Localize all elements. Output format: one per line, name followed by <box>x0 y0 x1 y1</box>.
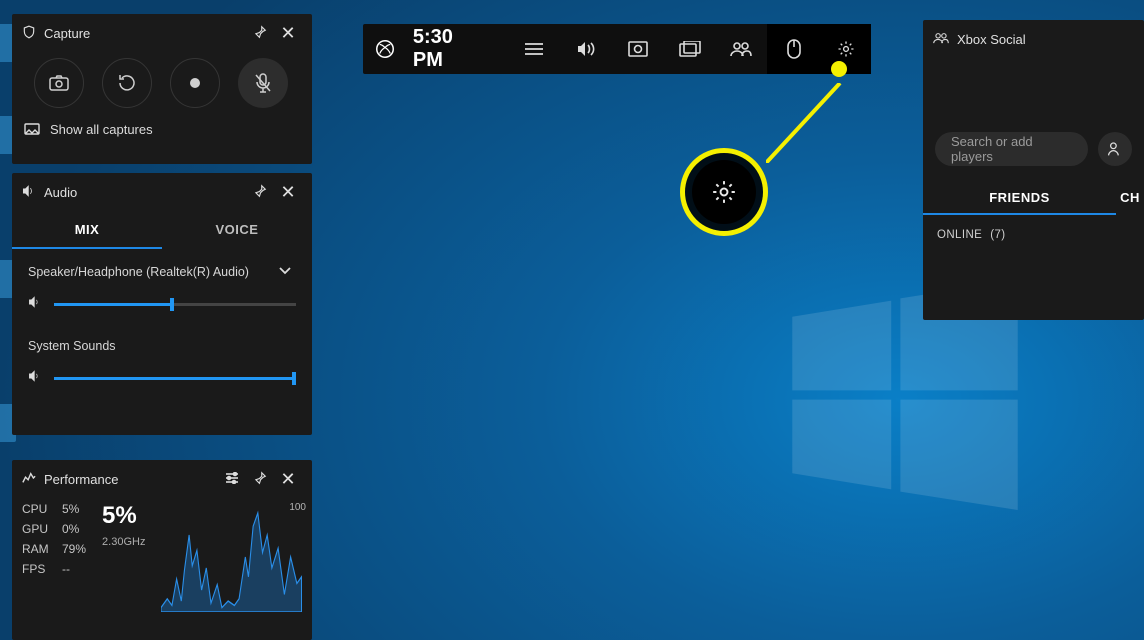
widgets-menu-icon[interactable] <box>508 24 560 74</box>
capture-shield-icon <box>22 25 36 42</box>
annotation-circle <box>680 148 768 236</box>
overlay-toolbar: 5:30 PM <box>363 24 871 74</box>
social-title: Xbox Social <box>957 32 1134 47</box>
tab-mix[interactable]: MIX <box>12 211 162 249</box>
pin-icon[interactable] <box>246 471 274 488</box>
chevron-down-icon[interactable] <box>278 265 292 279</box>
xbox-icon[interactable] <box>363 24 407 74</box>
tab-chat[interactable]: CH <box>1116 182 1144 215</box>
people-icon <box>933 32 949 47</box>
performance-frequency: 2.30GHz <box>102 536 145 548</box>
options-icon[interactable] <box>218 472 246 487</box>
performance-icon <box>22 472 36 487</box>
show-all-captures-link[interactable]: Show all captures <box>12 122 312 147</box>
mouse-toggle-icon[interactable] <box>767 24 819 74</box>
capture-panel: Capture ✕ Show all captures <box>12 14 312 164</box>
speaker-icon <box>22 185 36 200</box>
screenshot-button[interactable] <box>34 58 84 108</box>
mic-mute-button[interactable] <box>238 58 288 108</box>
tab-friends[interactable]: FRIENDS <box>923 182 1116 215</box>
performance-title: Performance <box>44 472 218 487</box>
gallery-widget-icon[interactable] <box>664 24 716 74</box>
pin-icon[interactable] <box>246 25 274 42</box>
audio-panel: Audio ✕ MIX VOICE Speaker/Headphone (Rea… <box>12 173 312 435</box>
clock: 5:30 PM <box>407 24 508 74</box>
audio-title: Audio <box>44 185 246 200</box>
social-online-section[interactable]: ONLINE (7) <box>923 215 1144 255</box>
capture-widget-icon[interactable] <box>612 24 664 74</box>
performance-panel: Performance ✕ CPU5% GPU0% RAM79% FPS-- 5… <box>12 460 312 640</box>
volume-slider[interactable] <box>54 303 296 306</box>
search-input[interactable]: Search or add players <box>935 132 1088 166</box>
speaker-small-icon <box>28 295 42 313</box>
audio-device-name: Speaker/Headphone (Realtek(R) Audio) <box>28 265 249 279</box>
annotation-connector <box>766 83 866 163</box>
pin-icon[interactable] <box>246 184 274 201</box>
performance-big-value: 5% <box>102 502 145 530</box>
performance-graph: 100 <box>161 502 302 612</box>
performance-stats: CPU5% GPU0% RAM79% FPS-- <box>22 502 86 612</box>
volume-slider[interactable] <box>54 377 296 380</box>
close-icon[interactable]: ✕ <box>274 23 302 44</box>
audio-device-name: System Sounds <box>28 339 116 353</box>
capture-title: Capture <box>44 26 246 41</box>
audio-widget-icon[interactable] <box>560 24 612 74</box>
close-icon[interactable]: ✕ <box>274 469 302 490</box>
record-start-button[interactable] <box>170 58 220 108</box>
record-last-button[interactable] <box>102 58 152 108</box>
annotation-dot <box>831 61 847 77</box>
add-player-button[interactable] <box>1098 132 1132 166</box>
social-widget-icon[interactable] <box>716 24 768 74</box>
xbox-social-panel: Xbox Social Search or add players FRIEND… <box>923 20 1144 320</box>
tab-voice[interactable]: VOICE <box>162 211 312 249</box>
gear-icon <box>711 179 737 205</box>
close-icon[interactable]: ✕ <box>274 182 302 203</box>
speaker-small-icon <box>28 369 42 387</box>
